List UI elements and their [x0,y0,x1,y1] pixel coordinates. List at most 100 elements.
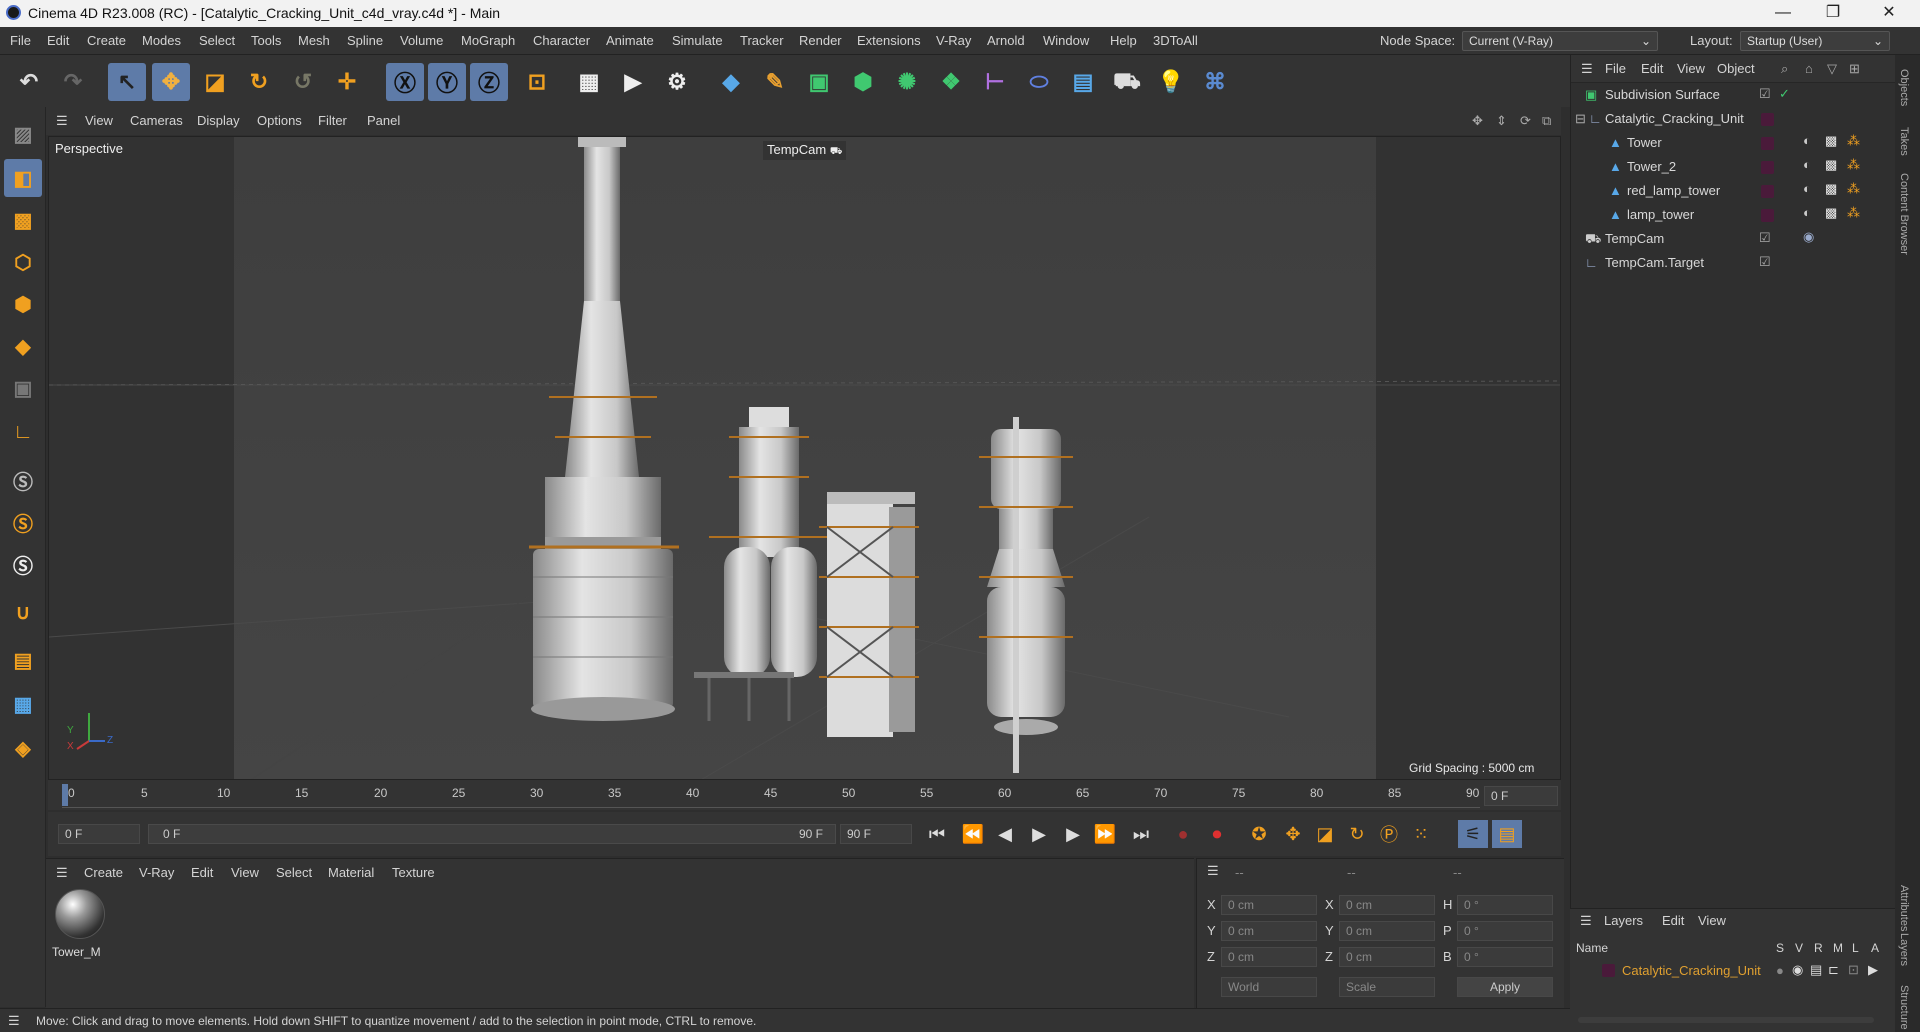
lock-icon[interactable]: ⊡ [1848,962,1859,978]
record-keys-icon[interactable]: ● [1168,820,1198,848]
polygons-mode-icon[interactable]: ◆ [4,327,42,365]
layers-menu-edit[interactable]: Edit [1662,913,1684,928]
3d-viewport[interactable]: Perspective TempCam ⛟ Y X Z Grid Spacing… [48,136,1561,780]
redo-icon[interactable]: ↷ [54,63,92,101]
prev-key-icon[interactable]: ⏪ [958,820,988,848]
menu-edit[interactable]: Edit [47,33,69,48]
camera-icon[interactable]: ⛟ [1108,63,1146,101]
hamburger-icon[interactable]: ☰ [56,113,68,129]
material-menu-view[interactable]: View [231,865,259,880]
solo-hierarchy-icon[interactable]: Ⓢ [4,545,42,583]
position-y-field[interactable]: 0 cm [1221,921,1317,941]
z-axis-lock-icon[interactable]: Ⓩ [470,63,508,101]
tab-structure[interactable]: Structure [1898,985,1910,1030]
autokey-icon[interactable]: ⏺ [1202,820,1232,848]
x-axis-lock-icon[interactable]: Ⓧ [386,63,424,101]
snap-magnet-icon[interactable]: ∪ [4,593,42,631]
points-mode-icon[interactable]: ⬡ [4,243,42,281]
coordinate-system-icon[interactable]: ⊡ [518,63,556,101]
rotation-h-field[interactable]: 0 ° [1457,895,1553,915]
render-settings-icon[interactable]: ⚙ [658,63,696,101]
menu-window[interactable]: Window [1043,33,1089,48]
render-view-icon[interactable]: ▦ [570,63,608,101]
field-icon[interactable]: ⬭ [1020,63,1058,101]
phong-tag-icon[interactable]: ◐ [1803,205,1811,220]
phong-tag-icon[interactable]: ◐ [1803,133,1811,148]
new-view-icon[interactable]: ⊞ [1849,61,1860,77]
goto-start-icon[interactable]: ⏮ [922,820,952,848]
menu-vray[interactable]: V-Ray [936,33,971,48]
goto-end-icon[interactable]: ⏭ [1126,820,1156,848]
key-scale-icon[interactable]: ◪ [1310,820,1340,848]
viewport-menu-display[interactable]: Display [197,113,240,128]
make-editable-icon[interactable]: ▨ [4,115,42,153]
size-mode-dropdown[interactable]: Scale [1339,977,1435,997]
live-selection-icon[interactable]: ↖ [108,63,146,101]
layer-color-swatch[interactable] [1761,209,1774,222]
layer-color-swatch[interactable] [1761,185,1774,198]
viewport-menu-options[interactable]: Options [257,113,302,128]
viewport-menu-view[interactable]: View [85,113,113,128]
object-row-tower-2[interactable]: ▲ Tower_2 ◐ ▩ ⁂ [1571,155,1881,179]
layer-color-swatch[interactable] [1602,964,1615,977]
tab-objects[interactable]: Objects [1898,69,1910,106]
menu-create[interactable]: Create [87,33,126,48]
size-y-field[interactable]: 0 cm [1339,921,1435,941]
material-menu-material[interactable]: Material [328,865,374,880]
material-menu-create[interactable]: Create [84,865,123,880]
light-icon[interactable]: 💡 [1152,63,1190,101]
uvw-tag-icon[interactable]: ⁂ [1847,133,1860,149]
start-frame-field[interactable]: 0 F [58,824,140,844]
viewport-menu-filter[interactable]: Filter [318,113,347,128]
menu-3dtoall[interactable]: 3DToAll [1153,33,1198,48]
material-tag-icon[interactable]: ▩ [1825,133,1837,149]
menu-tracker[interactable]: Tracker [740,33,784,48]
edges-mode-icon[interactable]: ⬢ [4,285,42,323]
texture-mode-icon[interactable]: ▩ [4,201,42,239]
move-tool-icon[interactable]: ✥ [152,63,190,101]
rotation-p-field[interactable]: 0 ° [1457,921,1553,941]
current-frame-field[interactable]: 0 F [1484,786,1558,806]
floor-icon[interactable]: ▤ [1064,63,1102,101]
menu-modes[interactable]: Modes [142,33,181,48]
menu-character[interactable]: Character [533,33,590,48]
next-key-icon[interactable]: ⏩ [1090,820,1120,848]
timeline-window-icon[interactable]: ▤ [1492,820,1522,848]
object-row-subdivision-surface[interactable]: ▣ Subdivision Surface ☑ ✓ [1571,83,1881,107]
motion-system-icon[interactable]: ⚟ [1458,820,1488,848]
manager-icon[interactable]: ⊏ [1828,962,1839,978]
extrude-icon[interactable]: ⬢ [844,63,882,101]
render-picture-viewer-icon[interactable]: ▶ [614,63,652,101]
locked-workplane-icon[interactable]: ▦ [4,685,42,723]
key-parameter-icon[interactable]: Ⓟ [1374,820,1404,848]
add-object-icon[interactable]: ✛ [328,63,366,101]
size-x-field[interactable]: 0 cm [1339,895,1435,915]
enabled-check-icon[interactable]: ✓ [1779,86,1790,102]
mograph-fracture-icon[interactable]: ❖ [932,63,970,101]
search-icon[interactable]: ⌕ [1781,61,1788,77]
timeline-ruler[interactable]: 0 5 10 15 20 25 30 35 40 45 50 55 60 65 … [48,780,1561,810]
material-menu-select[interactable]: Select [276,865,312,880]
layer-color-swatch[interactable] [1761,161,1774,174]
material-tag-icon[interactable]: ▩ [1825,205,1837,221]
menu-render[interactable]: Render [799,33,842,48]
objects-menu-view[interactable]: View [1677,61,1705,76]
object-row-tempcam[interactable]: ⛟ TempCam ☑ ◉ [1571,227,1881,251]
target-tag-icon[interactable]: ◉ [1803,229,1814,245]
y-axis-lock-icon[interactable]: Ⓨ [428,63,466,101]
menu-arnold[interactable]: Arnold [987,33,1025,48]
undo-icon[interactable]: ↶ [10,63,48,101]
layer-color-swatch[interactable] [1761,113,1774,126]
layer-row[interactable]: Catalytic_Cracking_Unit ● ◉ ▤ ⊏ ⊡ ▶ [1570,959,1890,983]
edit-check-icon[interactable]: ☑ [1759,254,1771,270]
tab-layers[interactable]: Layers [1898,933,1910,966]
edit-check-icon[interactable]: ☑ [1759,86,1771,102]
uvw-tag-icon[interactable]: ⁂ [1847,157,1860,173]
layer-color-swatch[interactable] [1761,137,1774,150]
object-row-tempcam-target[interactable]: ∟ TempCam.Target ☑ [1571,251,1881,275]
mograph-cloner-icon[interactable]: ✺ [888,63,926,101]
object-row-tower[interactable]: ▲ Tower ◐ ▩ ⁂ [1571,131,1881,155]
key-pla-icon[interactable]: ⁙ [1406,820,1436,848]
hamburger-icon[interactable]: ☰ [8,1013,20,1029]
prev-frame-icon[interactable]: ◀ [990,820,1020,848]
